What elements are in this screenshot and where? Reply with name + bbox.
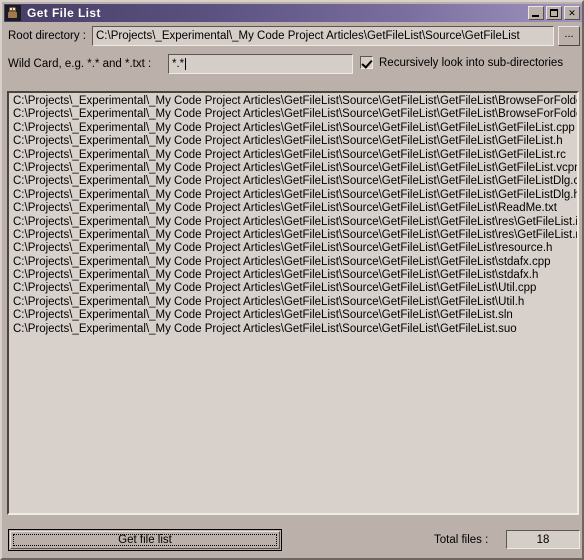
list-item[interactable]: C:\Projects\_Experimental\_My Code Proje… bbox=[11, 242, 577, 255]
list-item[interactable]: C:\Projects\_Experimental\_My Code Proje… bbox=[11, 189, 577, 202]
list-item[interactable]: C:\Projects\_Experimental\_My Code Proje… bbox=[11, 323, 577, 336]
text-caret bbox=[185, 58, 187, 70]
list-item[interactable]: C:\Projects\_Experimental\_My Code Proje… bbox=[11, 296, 577, 309]
list-item[interactable]: C:\Projects\_Experimental\_My Code Proje… bbox=[11, 229, 577, 242]
get-file-list-dialog: Get File List ✕ Root directory : C:\Proj… bbox=[0, 0, 584, 560]
list-item[interactable]: C:\Projects\_Experimental\_My Code Proje… bbox=[11, 135, 577, 148]
total-files-label: Total files : bbox=[434, 534, 489, 546]
file-list-box[interactable]: C:\Projects\_Experimental\_My Code Proje… bbox=[7, 91, 579, 515]
minimize-button[interactable] bbox=[528, 6, 544, 20]
get-file-list-button[interactable]: Get file list bbox=[8, 529, 282, 551]
window-title: Get File List bbox=[27, 6, 101, 20]
list-item[interactable]: C:\Projects\_Experimental\_My Code Proje… bbox=[11, 95, 577, 108]
titlebar: Get File List ✕ bbox=[4, 4, 582, 22]
recursive-checkbox-label: Recursively look into sub-directories bbox=[379, 56, 564, 69]
list-item[interactable]: C:\Projects\_Experimental\_My Code Proje… bbox=[11, 282, 577, 295]
maximize-button[interactable] bbox=[546, 6, 562, 20]
total-files-value: 18 bbox=[506, 530, 580, 549]
minimize-icon bbox=[532, 15, 539, 17]
wildcard-label: Wild Card, e.g. *.* and *.txt : bbox=[8, 58, 152, 70]
wildcard-input[interactable]: *.* bbox=[168, 54, 353, 74]
root-directory-row: Root directory : C:\Projects\_Experiment… bbox=[2, 26, 582, 48]
window-controls: ✕ bbox=[528, 6, 580, 20]
wildcard-value: *.* bbox=[172, 58, 185, 70]
list-item[interactable]: C:\Projects\_Experimental\_My Code Proje… bbox=[11, 122, 577, 135]
list-item[interactable]: C:\Projects\_Experimental\_My Code Proje… bbox=[11, 175, 577, 188]
browse-folder-button[interactable]: ... bbox=[558, 26, 580, 46]
list-item[interactable]: C:\Projects\_Experimental\_My Code Proje… bbox=[11, 108, 577, 121]
root-directory-label: Root directory : bbox=[8, 30, 86, 42]
list-item[interactable]: C:\Projects\_Experimental\_My Code Proje… bbox=[11, 149, 577, 162]
recursive-checkbox[interactable] bbox=[360, 56, 373, 69]
list-item[interactable]: C:\Projects\_Experimental\_My Code Proje… bbox=[11, 162, 577, 175]
close-icon: ✕ bbox=[568, 7, 576, 18]
list-item[interactable]: C:\Projects\_Experimental\_My Code Proje… bbox=[11, 309, 577, 322]
recursive-checkbox-row[interactable]: Recursively look into sub-directories bbox=[360, 56, 563, 69]
list-item[interactable]: C:\Projects\_Experimental\_My Code Proje… bbox=[11, 256, 577, 269]
maximize-icon bbox=[550, 9, 558, 17]
list-item[interactable]: C:\Projects\_Experimental\_My Code Proje… bbox=[11, 216, 577, 229]
get-file-list-button-label: Get file list bbox=[118, 534, 172, 546]
list-item[interactable]: C:\Projects\_Experimental\_My Code Proje… bbox=[11, 202, 577, 215]
root-directory-input[interactable]: C:\Projects\_Experimental\_My Code Proje… bbox=[92, 26, 554, 46]
app-icon bbox=[5, 5, 21, 21]
list-item[interactable]: C:\Projects\_Experimental\_My Code Proje… bbox=[11, 269, 577, 282]
close-button[interactable]: ✕ bbox=[564, 6, 580, 20]
wildcard-row: Wild Card, e.g. *.* and *.txt : *.* Recu… bbox=[2, 54, 582, 76]
